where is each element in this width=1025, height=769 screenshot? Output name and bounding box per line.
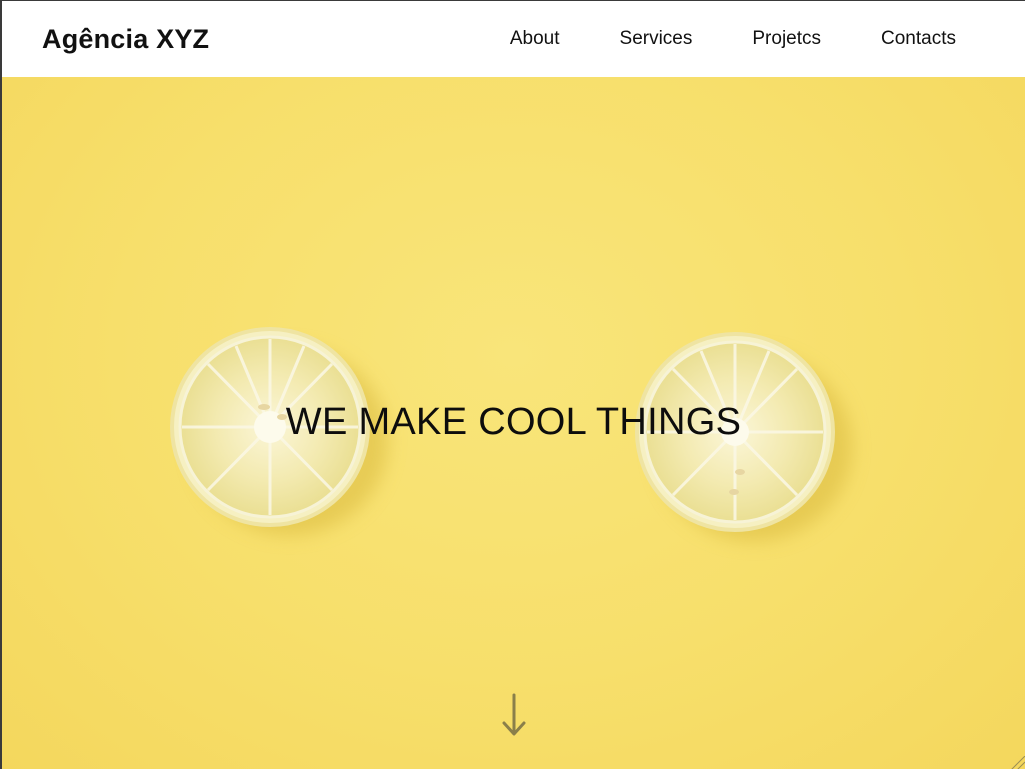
nav-link-projects[interactable]: Projetcs [752, 28, 821, 50]
page: Agência XYZ About Services Projetcs Cont… [0, 0, 1025, 769]
brand-logo[interactable]: Agência XYZ [42, 24, 209, 55]
hero-headline: WE MAKE COOL THINGS [285, 401, 742, 443]
main-nav: About Services Projetcs Contacts [510, 28, 956, 50]
nav-link-services[interactable]: Services [620, 28, 693, 50]
hero-section: WE MAKE COOL THINGS [2, 77, 1025, 769]
nav-link-about[interactable]: About [510, 28, 560, 50]
site-header: Agência XYZ About Services Projetcs Cont… [2, 1, 1025, 77]
resize-corner-icon [1011, 756, 1025, 769]
nav-link-contacts[interactable]: Contacts [881, 28, 956, 50]
arrow-down-icon[interactable] [499, 691, 529, 741]
